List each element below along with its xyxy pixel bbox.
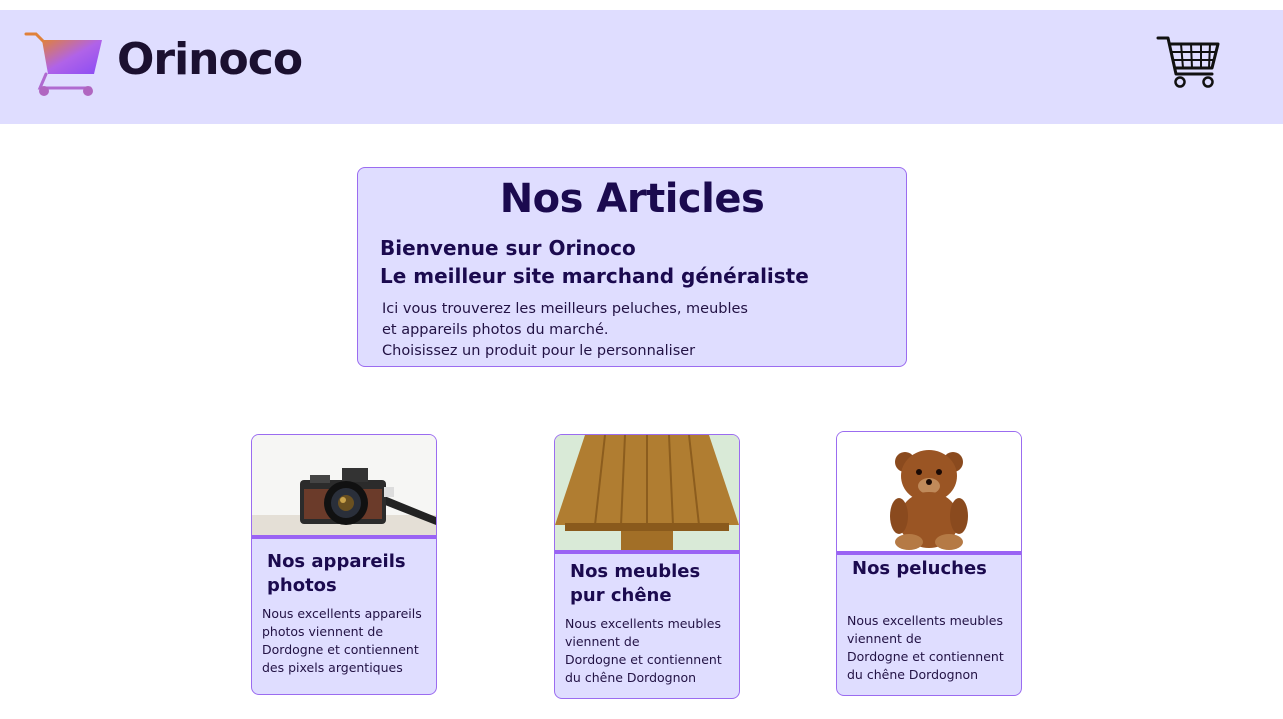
card-desc-line: Nous excellents appareils bbox=[262, 606, 422, 621]
welcome-subtitle: Bienvenue sur Orinoco bbox=[380, 236, 636, 260]
card-accent-bar bbox=[837, 551, 1021, 555]
card-desc-line: viennent de bbox=[847, 631, 922, 646]
card-title: Nos appareils bbox=[267, 551, 406, 572]
intro-text-line: et appareils photos du marché. bbox=[382, 322, 609, 338]
brand-name[interactable]: Orinoco bbox=[117, 34, 303, 85]
card-desc-line: du chêne Dordognon bbox=[565, 670, 697, 685]
card-desc-line: photos viennent de bbox=[262, 624, 384, 639]
card-desc-line: Nous excellents meubles bbox=[565, 616, 721, 631]
card-desc-line: viennent de bbox=[565, 634, 640, 649]
card-title: photos bbox=[267, 575, 337, 596]
page-title: Nos Articles bbox=[499, 176, 765, 222]
intro-panel: Nos Articles Bienvenue sur Orinoco Le me… bbox=[357, 167, 907, 367]
oak-table-image bbox=[555, 435, 739, 551]
card-desc-line: Nous excellents meubles bbox=[847, 613, 1003, 628]
teddy-bear-image bbox=[837, 432, 1021, 552]
intro-text-line: Choisissez un produit pour le personnali… bbox=[382, 343, 696, 359]
card-accent-bar bbox=[555, 550, 739, 554]
shopping-cart-gradient-icon[interactable] bbox=[24, 30, 104, 98]
product-card-plush[interactable]: Nos peluches Nous excellents meubles vie… bbox=[836, 431, 1022, 696]
tagline-subtitle: Le meilleur site marchand généraliste bbox=[380, 264, 809, 288]
intro-text-line: Ici vous trouverez les meilleurs peluche… bbox=[382, 301, 748, 317]
card-desc-line: Dordogne et contiennent bbox=[847, 649, 1004, 664]
card-title: Nos peluches bbox=[852, 558, 987, 579]
site-header: Orinoco bbox=[0, 10, 1283, 124]
camera-image bbox=[252, 435, 436, 535]
card-desc-line: Dordogne et contiennent bbox=[565, 652, 722, 667]
card-desc-line: Dordogne et contiennent bbox=[262, 642, 419, 657]
card-accent-bar bbox=[252, 535, 436, 539]
card-title: pur chêne bbox=[570, 585, 672, 606]
card-desc-line: des pixels argentiques bbox=[262, 660, 403, 675]
product-card-furniture[interactable]: Nos meubles pur chêne Nous excellents me… bbox=[554, 434, 740, 699]
product-card-cameras[interactable]: Nos appareils photos Nous excellents app… bbox=[251, 434, 437, 695]
card-title: Nos meubles bbox=[570, 561, 701, 582]
card-desc-line: du chêne Dordognon bbox=[847, 667, 979, 682]
shopping-cart-icon[interactable] bbox=[1156, 34, 1220, 90]
